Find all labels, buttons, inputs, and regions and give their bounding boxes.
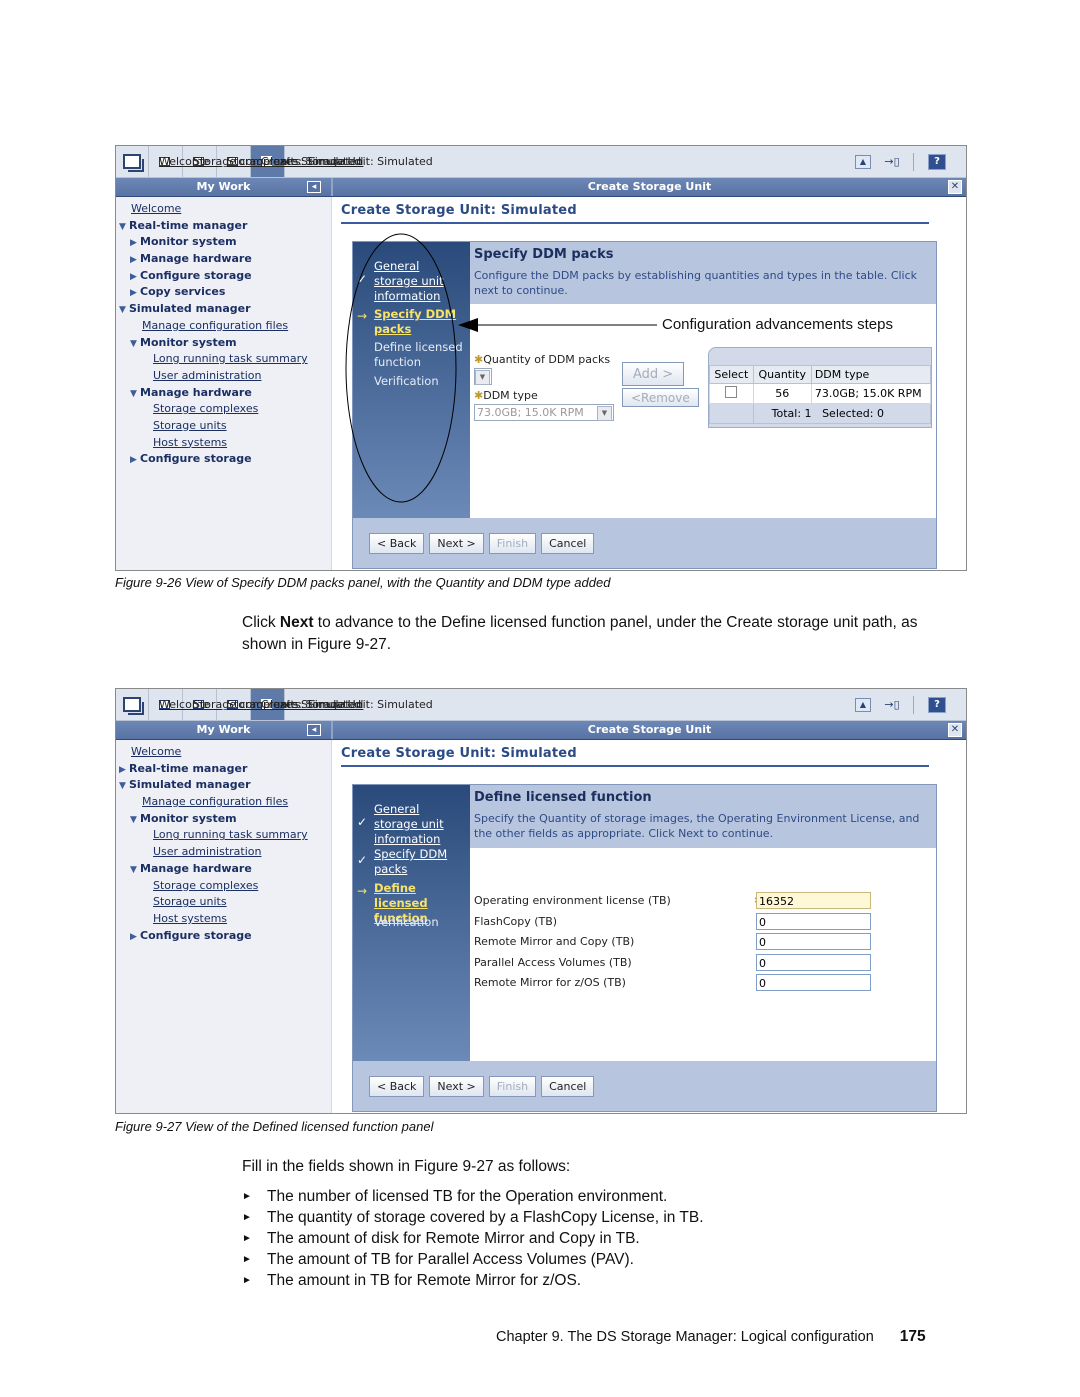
expand-down-icon[interactable]: ▼ bbox=[130, 862, 140, 879]
chapter-title: Chapter 9. The DS Storage Manager: Logic… bbox=[496, 1329, 874, 1345]
back-button[interactable]: < Back bbox=[369, 1075, 425, 1097]
wizard-footer: < Back Next > Finish Cancel bbox=[353, 1061, 936, 1111]
next-button[interactable]: Next > bbox=[429, 1075, 484, 1097]
license-field-label: Operating environment license (TB) bbox=[474, 894, 671, 907]
license-field-input[interactable]: 0 bbox=[756, 953, 871, 971]
bullet-marker-icon: ► bbox=[242, 1191, 252, 1202]
license-field-label: FlashCopy (TB) bbox=[474, 914, 558, 928]
portfolio-tab-bar: Welcome Storage complexes: Simulated Sto… bbox=[116, 689, 966, 721]
nav-item[interactable]: ▼ Monitor system bbox=[116, 811, 331, 828]
nav-item[interactable]: ▶ Configure storage bbox=[116, 928, 331, 945]
wizard-description: Specify the Quantity of storage images, … bbox=[474, 812, 920, 840]
cancel-button[interactable]: Cancel bbox=[541, 1075, 595, 1097]
license-field-input[interactable]: 0 bbox=[756, 974, 871, 991]
separator bbox=[913, 695, 914, 714]
list-item: ► The amount in TB for Remote Mirror for … bbox=[242, 1272, 582, 1289]
license-field-input[interactable]: 0 bbox=[756, 912, 871, 930]
callout-arrowhead bbox=[458, 318, 478, 332]
page-number: 175 bbox=[899, 1328, 926, 1345]
finish-button[interactable]: Finish bbox=[488, 1075, 537, 1097]
paragraph-fill-fields: Fill in the fields shown in Figure 9-27 … bbox=[242, 1158, 571, 1175]
bullet-marker-icon: ► bbox=[242, 1275, 252, 1286]
expand-down-icon[interactable]: ▼ bbox=[130, 812, 140, 829]
nav-item[interactable]: Long running task summary bbox=[116, 827, 331, 844]
license-field-label: Parallel Access Volumes (TB) bbox=[474, 955, 632, 969]
nav-item[interactable]: ▼ Simulated manager bbox=[116, 777, 331, 794]
my-work-title: My Work bbox=[196, 723, 251, 736]
help-icon[interactable]: ? bbox=[928, 696, 946, 713]
callout-ellipse bbox=[345, 233, 457, 503]
wizard-heading: Define licensed function bbox=[474, 790, 652, 805]
license-field-input[interactable]: 0 bbox=[756, 933, 871, 950]
nav-item[interactable]: Welcome bbox=[116, 744, 331, 761]
title-rule bbox=[341, 765, 929, 767]
nav-item[interactable]: Storage complexes bbox=[116, 878, 331, 895]
callout-label: Configuration advancements steps bbox=[662, 316, 893, 333]
bullet-list: ► The number of licensed TB for the Opera… bbox=[242, 1186, 704, 1291]
my-work-navigation: Welcome ▶ Real-time manager ▼ Simulated mana… bbox=[116, 740, 332, 1113]
bullet-marker-icon: ► bbox=[242, 1233, 252, 1244]
wizard-panel: ✓ General storage unit information ✓ Speci… bbox=[352, 784, 937, 1112]
wizard-header: Define licensed function Specify the Qua… bbox=[470, 785, 936, 848]
list-item: ► The amount of TB for Parallel Access Vo… bbox=[242, 1251, 634, 1268]
list-item: ► The number of licensed TB for the Opera… bbox=[242, 1188, 668, 1205]
step-verification: Verification bbox=[374, 915, 439, 929]
list-item: ► The quantity of storage covered by a Fl… bbox=[242, 1209, 704, 1226]
content-title: Create Storage Unit: Simulated bbox=[341, 746, 577, 761]
license-field-label: Remote Mirror and Copy (TB) bbox=[474, 935, 635, 948]
page-footer: Chapter 9. The DS Storage Manager: Logic… bbox=[496, 1328, 926, 1346]
workspace-icon[interactable] bbox=[116, 689, 149, 720]
wizard-steps: ✓ General storage unit information ✓ Speci… bbox=[353, 785, 470, 1061]
current-step-arrow-icon: → bbox=[357, 884, 368, 898]
nav-item[interactable]: ▶ Real-time manager bbox=[116, 761, 331, 778]
checkmark-icon: ✓ bbox=[357, 853, 368, 867]
nav-item[interactable]: Manage configuration files bbox=[116, 794, 331, 811]
list-item: ► The amount of disk for Remote Mirror an… bbox=[242, 1230, 640, 1247]
collapse-nav-icon[interactable]: ◂ bbox=[307, 724, 321, 736]
nav-item[interactable]: Host systems bbox=[116, 911, 331, 928]
checkmark-icon: ✓ bbox=[357, 815, 368, 829]
figure-caption-9-27: Figure 9-27 View of the Defined licensed… bbox=[115, 1119, 434, 1134]
expand-right-icon[interactable]: ▶ bbox=[130, 929, 140, 946]
nav-item[interactable]: Storage units bbox=[116, 894, 331, 911]
minimize-window-icon[interactable]: ▲ bbox=[855, 697, 871, 712]
bullet-marker-icon: ► bbox=[242, 1254, 252, 1265]
nav-item[interactable]: User administration bbox=[116, 844, 331, 861]
callout-annotation bbox=[345, 233, 657, 503]
license-field-input[interactable]: 16352 bbox=[756, 892, 871, 909]
license-field-label: Remote Mirror for z/OS (TB) bbox=[474, 976, 626, 989]
tab-welcome[interactable]: Welcome bbox=[149, 689, 209, 720]
nav-item[interactable]: ▼ Manage hardware bbox=[116, 861, 331, 878]
panel-title: Create Storage Unit bbox=[587, 723, 712, 736]
expand-right-icon[interactable]: ▶ bbox=[119, 762, 129, 779]
step-general-info[interactable]: General storage unit information bbox=[374, 802, 444, 847]
bullet-marker-icon: ► bbox=[242, 1212, 252, 1223]
step-specify-ddm-packs[interactable]: Specify DDM packs bbox=[374, 847, 447, 877]
expand-down-icon[interactable]: ▼ bbox=[119, 778, 129, 795]
close-icon[interactable]: ✕ bbox=[948, 723, 962, 737]
paragraph-click-next: Click Next to advance to the Define lice… bbox=[242, 614, 918, 653]
logout-door-icon[interactable]: →▯ bbox=[884, 698, 899, 711]
screenshot-figure-9-27: Welcome Storage complexes: Simulated Sto… bbox=[115, 688, 967, 1114]
figure-caption-9-26: Figure 9-26 View of Specify DDM packs pa… bbox=[115, 575, 611, 590]
